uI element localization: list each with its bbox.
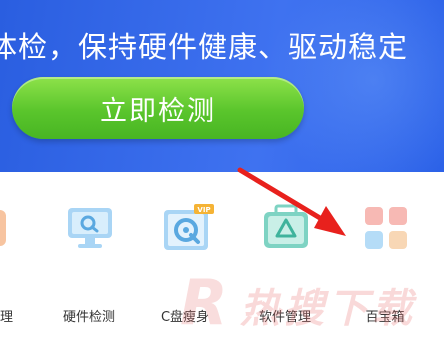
software-bag-icon [262, 204, 310, 252]
tool-label: 软件管理 [258, 310, 311, 325]
vip-badge: VIP [197, 206, 210, 214]
tool-label: 百宝箱 [365, 310, 405, 325]
tool-toolbox[interactable]: 百宝箱 [330, 204, 440, 325]
banner-headline: 体检，保持硬件健康、驱动稳定 [0, 30, 409, 64]
tool-bar: 理 硬件检测 VIP C盘瘦身 软件管理 百宝箱 [0, 172, 444, 331]
disk-slim-icon: VIP [162, 204, 214, 252]
tool-hardware-check[interactable]: 硬件检测 [34, 204, 144, 325]
tool-software-manage[interactable]: 软件管理 [230, 204, 340, 325]
tool-c-drive-slim[interactable]: VIP C盘瘦身 [130, 204, 240, 325]
grid-toolbox-icon [362, 204, 410, 252]
promo-banner: 体检，保持硬件健康、驱动稳定 立即检测 [0, 0, 444, 172]
hardware-manage-icon [0, 204, 28, 252]
scan-now-button[interactable]: 立即检测 [12, 77, 304, 139]
tool-label: 硬件检测 [62, 310, 115, 325]
monitor-search-icon [66, 204, 114, 252]
tool-label: C盘瘦身 [160, 310, 210, 325]
